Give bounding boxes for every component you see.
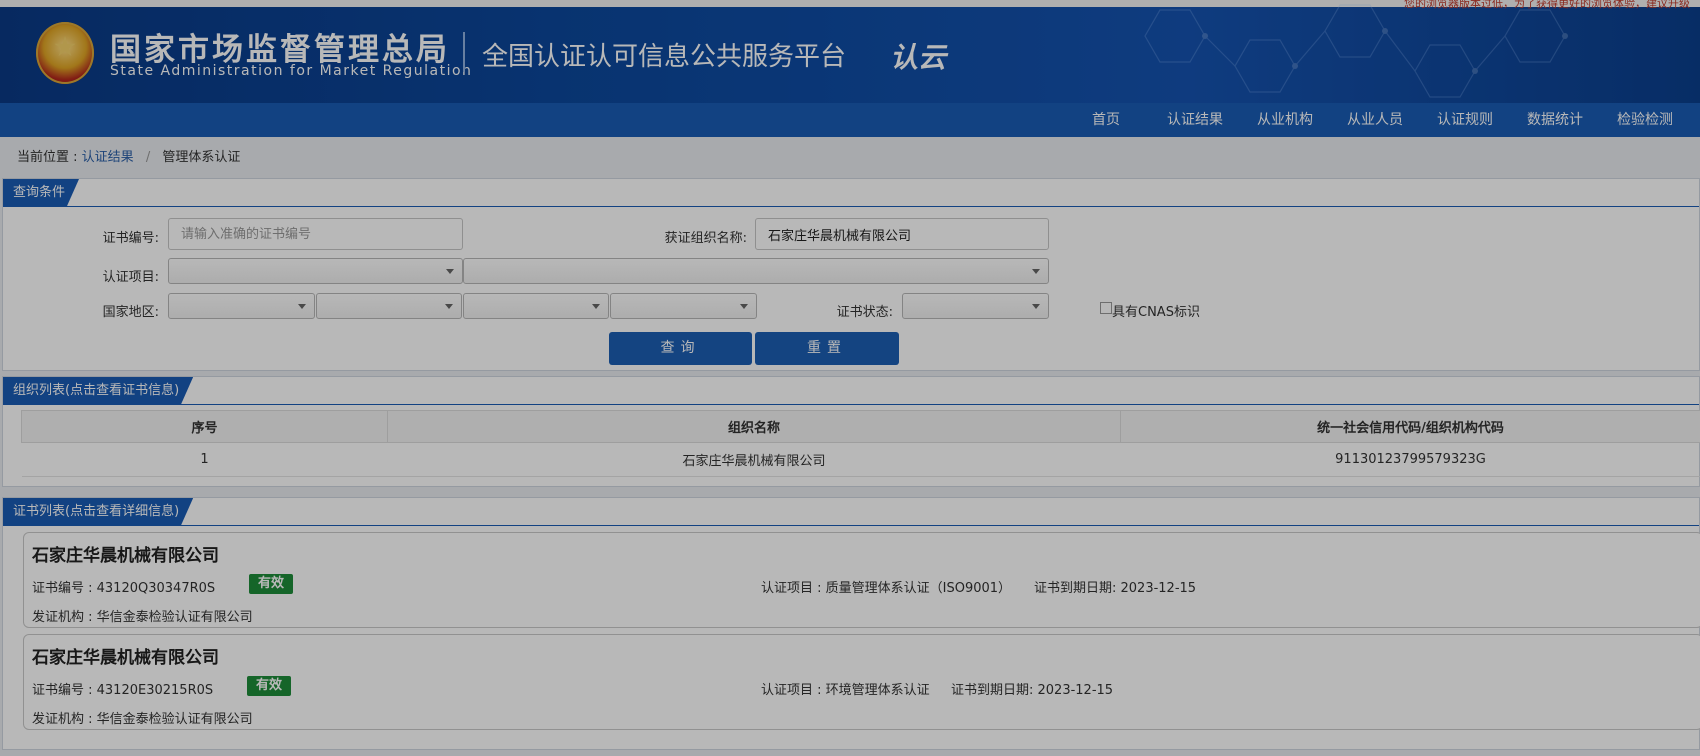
cert-no-label: 证书编号:	[102, 231, 159, 246]
nav-item-rules[interactable]: 认证规则	[1437, 103, 1493, 137]
org-table: 序号 组织名称 统一社会信用代码/组织机构代码 1 石家庄华晨机械有限公司 91…	[21, 410, 1700, 477]
org-name-label: 获证组织名称:	[664, 231, 747, 246]
org-name-input[interactable]	[755, 218, 1049, 250]
cert-expiry: 证书到期日期: 2023-12-15	[951, 683, 1114, 698]
cert-issuer: 发证机构 : 华信金泰检验认证有限公司	[32, 610, 253, 625]
project-label: 认证项目:	[102, 270, 159, 285]
project-detail-select[interactable]	[463, 258, 1049, 284]
nav-item-home[interactable]: 首页	[1092, 103, 1120, 137]
cert-org-name: 石家庄华晨机械有限公司	[32, 648, 219, 668]
search-button[interactable]: 查询	[609, 332, 752, 365]
region-country-select[interactable]	[168, 293, 315, 319]
site-header: 您的浏览器版本过低，为了获得更好的浏览体验，建议升级 国家市场监督管理总局 St…	[0, 0, 1700, 103]
row-index: 1	[21, 442, 388, 477]
table-header-row: 序号 组织名称 统一社会信用代码/组织机构代码	[21, 410, 1700, 443]
cert-card[interactable]: 石家庄华晨机械有限公司 证书编号 : 43120Q30347R0S 有效 认证项…	[23, 532, 1700, 628]
cert-card[interactable]: 石家庄华晨机械有限公司 证书编号 : 43120E30215R0S 有效 认证项…	[23, 634, 1700, 730]
cert-org-name: 石家庄华晨机械有限公司	[32, 546, 219, 566]
region-district-select[interactable]	[610, 293, 757, 319]
reset-button[interactable]: 重置	[755, 332, 899, 365]
cert-project: 认证项目 : 环境管理体系认证	[761, 683, 930, 698]
query-panel-title: 查询条件	[3, 179, 79, 206]
breadcrumb-current: 管理体系认证	[162, 150, 241, 165]
breadcrumb-separator: /	[145, 150, 151, 165]
cnas-label: 具有CNAS标识	[1112, 305, 1200, 320]
cert-expiry: 证书到期日期: 2023-12-15	[1034, 581, 1197, 596]
col-header-org-name: 组织名称	[387, 410, 1121, 443]
cert-status-select[interactable]	[902, 293, 1049, 319]
project-category-select[interactable]	[168, 258, 463, 284]
chevron-down-icon	[1032, 304, 1040, 309]
status-badge: 有效	[249, 574, 294, 594]
chevron-down-icon	[740, 304, 748, 309]
region-province-select[interactable]	[316, 293, 462, 319]
renyun-logo: 认云	[890, 41, 947, 74]
cert-list-panel: 证书列表(点击查看详细信息) 石家庄华晨机械有限公司 证书编号 : 43120Q…	[2, 497, 1700, 750]
org-list-title: 组织列表(点击查看证书信息)	[3, 377, 193, 404]
col-header-index: 序号	[21, 410, 388, 443]
nav-item-cert-results[interactable]: 认证结果	[1167, 103, 1223, 137]
cert-issuer: 发证机构 : 华信金泰检验认证有限公司	[32, 712, 253, 727]
cert-project: 认证项目 : 质量管理体系认证（ISO9001）	[761, 581, 1012, 596]
status-badge: 有效	[247, 676, 292, 696]
cert-no-input[interactable]	[168, 218, 463, 250]
hexagon-pattern	[1144, 4, 1568, 98]
header-divider	[463, 32, 465, 72]
cnas-checkbox[interactable]	[1100, 302, 1112, 314]
panel-divider	[3, 404, 1699, 405]
table-row[interactable]: 1 石家庄华晨机械有限公司 91130123799579323G	[21, 442, 1700, 477]
panel-divider	[3, 206, 1699, 207]
chevron-down-icon	[1032, 269, 1040, 274]
panel-divider	[3, 525, 1699, 526]
region-label: 国家地区:	[102, 305, 159, 320]
agency-name-english: State Administration for Market Regulati…	[110, 63, 473, 79]
col-header-credit-code: 统一社会信用代码/组织机构代码	[1120, 410, 1700, 443]
region-city-select[interactable]	[463, 293, 609, 319]
platform-name: 全国认证认可信息公共服务平台	[482, 42, 847, 72]
nav-item-statistics[interactable]: 数据统计	[1527, 103, 1583, 137]
breadcrumb: 当前位置 : 认证结果 / 管理体系认证	[17, 146, 240, 165]
cert-number: 证书编号 : 43120Q30347R0S	[32, 581, 216, 596]
cert-number: 证书编号 : 43120E30215R0S	[32, 683, 214, 698]
breadcrumb-link-cert-results[interactable]: 认证结果	[82, 150, 134, 165]
chevron-down-icon	[445, 304, 453, 309]
chevron-down-icon	[446, 269, 454, 274]
org-list-panel: 组织列表(点击查看证书信息) 序号 组织名称 统一社会信用代码/组织机构代码 1…	[2, 376, 1700, 487]
main-nav: 首页 认证结果 从业机构 从业人员 认证规则 数据统计 检验检测	[0, 103, 1700, 137]
query-panel: 查询条件 证书编号: 获证组织名称: 认证项目: 国家地区: 证书状态: 具有C…	[2, 178, 1700, 371]
chevron-down-icon	[592, 304, 600, 309]
nav-item-institutions[interactable]: 从业机构	[1257, 103, 1313, 137]
national-emblem-logo	[36, 22, 94, 84]
status-label: 证书状态:	[836, 305, 893, 320]
cert-list-title: 证书列表(点击查看详细信息)	[3, 498, 193, 525]
nav-item-personnel[interactable]: 从业人员	[1347, 103, 1403, 137]
breadcrumb-prefix: 当前位置 :	[17, 150, 78, 165]
row-org-name[interactable]: 石家庄华晨机械有限公司	[387, 442, 1121, 477]
row-credit-code: 91130123799579323G	[1120, 442, 1700, 477]
chevron-down-icon	[298, 304, 306, 309]
nav-item-inspection[interactable]: 检验检测	[1617, 103, 1673, 137]
